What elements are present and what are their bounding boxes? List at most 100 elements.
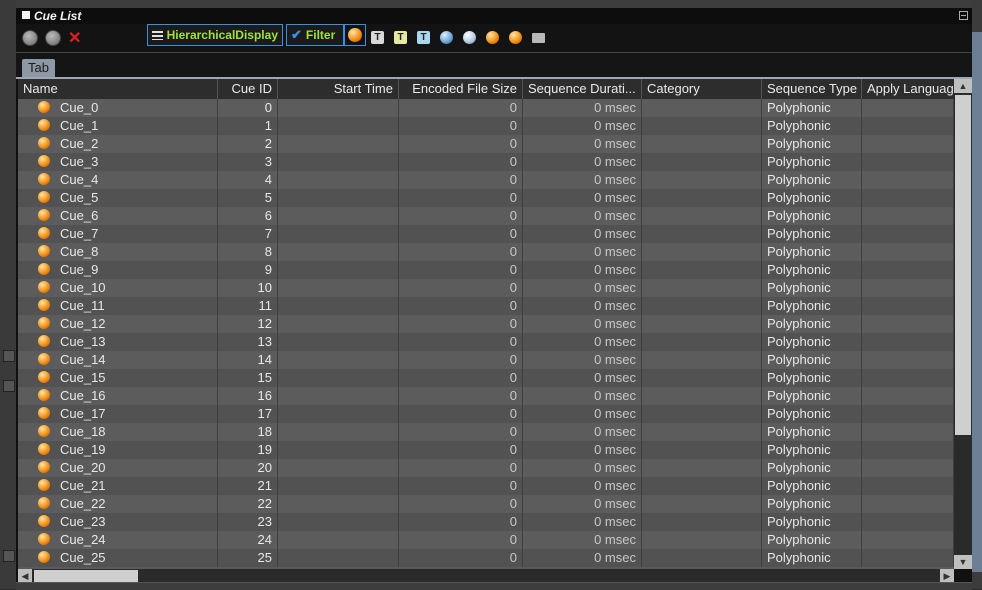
folder-icon[interactable] <box>532 33 545 43</box>
column-header-cue-id[interactable]: Cue ID <box>218 79 278 99</box>
tab-strip: Tab <box>16 53 972 79</box>
cell-category <box>642 99 762 117</box>
cell-start <box>278 531 399 549</box>
dock-handle-icon[interactable] <box>3 380 15 392</box>
cue-orb-icon <box>38 497 50 509</box>
table-row[interactable]: Cue_20 20 0 0 msec Polyphonic <box>18 459 954 477</box>
column-header-sequence-type[interactable]: Sequence Type <box>762 79 862 99</box>
table-row[interactable]: Cue_0 0 0 0 msec Polyphonic <box>18 99 954 117</box>
red-x-icon[interactable]: ✕ <box>68 28 81 48</box>
table-row[interactable]: Cue_13 13 0 0 msec Polyphonic <box>18 333 954 351</box>
cell-id: 16 <box>218 387 278 405</box>
orange-sphere-edit-icon[interactable] <box>509 31 522 44</box>
scroll-down-arrow-icon[interactable]: ▼ <box>954 555 972 569</box>
tab-main[interactable]: Tab <box>22 59 55 77</box>
table-row[interactable]: Cue_14 14 0 0 msec Polyphonic <box>18 351 954 369</box>
table-row[interactable]: Cue_22 22 0 0 msec Polyphonic <box>18 495 954 513</box>
cell-duration: 0 msec <box>523 315 642 333</box>
filter-button[interactable]: ✔ Filter <box>286 24 344 46</box>
table-row[interactable]: Cue_18 18 0 0 msec Polyphonic <box>18 423 954 441</box>
column-header-category[interactable]: Category <box>642 79 762 99</box>
table-row[interactable]: Cue_17 17 0 0 msec Polyphonic <box>18 405 954 423</box>
table-row[interactable]: Cue_1 1 0 0 msec Polyphonic <box>18 117 954 135</box>
table-row[interactable]: Cue_5 5 0 0 msec Polyphonic <box>18 189 954 207</box>
text-t-yellow-icon[interactable]: T <box>394 31 407 44</box>
column-header-sequence-duration[interactable]: Sequence Durati... <box>523 79 642 99</box>
table-row[interactable]: Cue_24 24 0 0 msec Polyphonic <box>18 531 954 549</box>
vertical-scrollbar[interactable]: ▲ ▼ <box>954 79 972 569</box>
cell-duration: 0 msec <box>523 459 642 477</box>
table-row[interactable]: Cue_10 10 0 0 msec Polyphonic <box>18 279 954 297</box>
cell-size: 0 <box>399 513 523 531</box>
dock-handle-icon[interactable] <box>3 550 15 562</box>
dock-handle-icon[interactable] <box>3 350 15 362</box>
cell-lang <box>862 315 954 333</box>
cue-orb-icon <box>38 461 50 473</box>
table-row[interactable]: Cue_9 9 0 0 msec Polyphonic <box>18 261 954 279</box>
text-t-blue-icon[interactable]: T <box>417 31 430 44</box>
cell-id: 10 <box>218 279 278 297</box>
cell-category <box>642 513 762 531</box>
table-row[interactable]: Cue_21 21 0 0 msec Polyphonic <box>18 477 954 495</box>
cell-size: 0 <box>399 405 523 423</box>
cell-category <box>642 459 762 477</box>
table-row[interactable]: Cue_15 15 0 0 msec Polyphonic <box>18 369 954 387</box>
panel-checkbox[interactable] <box>22 11 30 19</box>
table-row[interactable]: Cue_19 19 0 0 msec Polyphonic <box>18 441 954 459</box>
horizontal-scrollbar[interactable]: ◀ ▶ <box>18 569 954 583</box>
cell-size: 0 <box>399 297 523 315</box>
table-row[interactable]: Cue_12 12 0 0 msec Polyphonic <box>18 315 954 333</box>
text-t-icon[interactable]: T <box>371 31 384 44</box>
cue-orb-icon <box>38 173 50 185</box>
cell-category <box>642 171 762 189</box>
cue-orb-icon <box>38 515 50 527</box>
orange-sphere-add-icon[interactable] <box>486 31 499 44</box>
scroll-up-arrow-icon[interactable]: ▲ <box>954 79 972 93</box>
cue-orb-icon <box>38 101 50 113</box>
table-row[interactable]: Cue_11 11 0 0 msec Polyphonic <box>18 297 954 315</box>
orange-orb-toggle-icon[interactable] <box>344 24 366 46</box>
cell-type: Polyphonic <box>762 333 862 351</box>
cell-size: 0 <box>399 225 523 243</box>
cue-orb-icon <box>38 335 50 347</box>
cell-type: Polyphonic <box>762 243 862 261</box>
cell-id: 12 <box>218 315 278 333</box>
hierarchical-display-button[interactable]: HierarchicalDisplay <box>147 24 283 46</box>
table-row[interactable]: Cue_4 4 0 0 msec Polyphonic <box>18 171 954 189</box>
cell-start <box>278 279 399 297</box>
scroll-left-arrow-icon[interactable]: ◀ <box>18 569 32 583</box>
scroll-right-arrow-icon[interactable]: ▶ <box>940 569 954 583</box>
cue-orb-icon <box>38 407 50 419</box>
column-header-start-time[interactable]: Start Time <box>278 79 399 99</box>
cell-category <box>642 369 762 387</box>
table-row[interactable]: Cue_7 7 0 0 msec Polyphonic <box>18 225 954 243</box>
arrow-up-circle-icon[interactable] <box>22 30 38 46</box>
cell-type: Polyphonic <box>762 135 862 153</box>
cell-category <box>642 207 762 225</box>
cue-orb-icon <box>38 389 50 401</box>
table-row[interactable]: Cue_2 2 0 0 msec Polyphonic <box>18 135 954 153</box>
table-row[interactable]: Cue_23 23 0 0 msec Polyphonic <box>18 513 954 531</box>
vertical-scroll-thumb[interactable] <box>955 95 971 435</box>
cell-category <box>642 531 762 549</box>
cell-duration: 0 msec <box>523 513 642 531</box>
blue-sphere-icon[interactable] <box>440 31 453 44</box>
table-row[interactable]: Cue_3 3 0 0 msec Polyphonic <box>18 153 954 171</box>
table-row[interactable]: Cue_25 25 0 0 msec Polyphonic <box>18 549 954 567</box>
cell-id: 20 <box>218 459 278 477</box>
column-header-encoded-file-size[interactable]: Encoded File Size <box>399 79 523 99</box>
cell-duration: 0 msec <box>523 189 642 207</box>
cell-duration: 0 msec <box>523 261 642 279</box>
table-row[interactable]: Cue_16 16 0 0 msec Polyphonic <box>18 387 954 405</box>
table-row[interactable]: Cue_8 8 0 0 msec Polyphonic <box>18 243 954 261</box>
collapse-icon[interactable] <box>959 11 968 20</box>
cell-start <box>278 99 399 117</box>
column-header-apply-language[interactable]: Apply Language <box>862 79 954 99</box>
arrow-down-circle-icon[interactable] <box>45 30 61 46</box>
table-row[interactable]: Cue_6 6 0 0 msec Polyphonic <box>18 207 954 225</box>
white-sphere-icon[interactable] <box>463 31 476 44</box>
cue-orb-icon <box>38 353 50 365</box>
cell-lang <box>862 171 954 189</box>
horizontal-scroll-thumb[interactable] <box>34 570 138 582</box>
column-header-name[interactable]: Name <box>18 79 218 99</box>
